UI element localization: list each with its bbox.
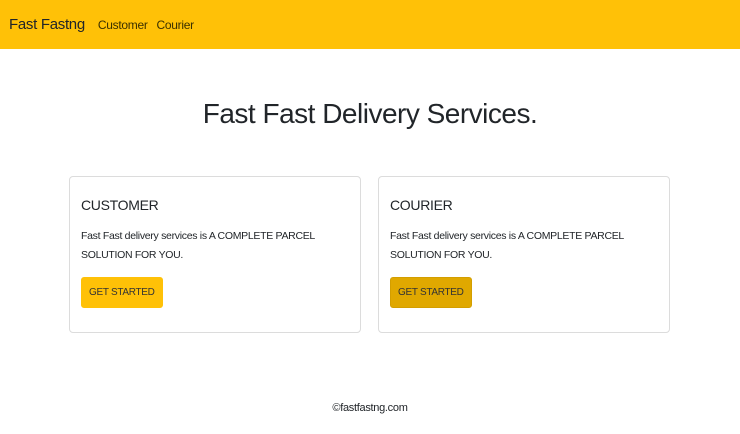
nav-link-customer[interactable]: Customer — [98, 18, 148, 32]
brand-link[interactable]: Fast Fastng — [9, 16, 85, 33]
card-title: COURIER — [390, 197, 453, 213]
courier-card: COURIER Fast Fast delivery services is A… — [378, 176, 670, 333]
footer-copyright: ©fastfastng.com — [332, 402, 408, 414]
card-title: CUSTOMER — [81, 197, 159, 213]
customer-card: CUSTOMER Fast Fast delivery services is … — [69, 176, 361, 333]
nav-link-courier[interactable]: Courier — [157, 18, 195, 32]
card-text: Fast Fast delivery services is A COMPLET… — [81, 230, 315, 261]
page-title: Fast Fast Delivery Services. — [202, 98, 538, 129]
customer-get-started-button[interactable]: GET STARTED — [81, 277, 163, 308]
card-text: Fast Fast delivery services is A COMPLET… — [390, 230, 624, 261]
navbar: Fast Fastng Customer Courier — [0, 0, 740, 49]
courier-get-started-button[interactable]: GET STARTED — [390, 277, 472, 308]
